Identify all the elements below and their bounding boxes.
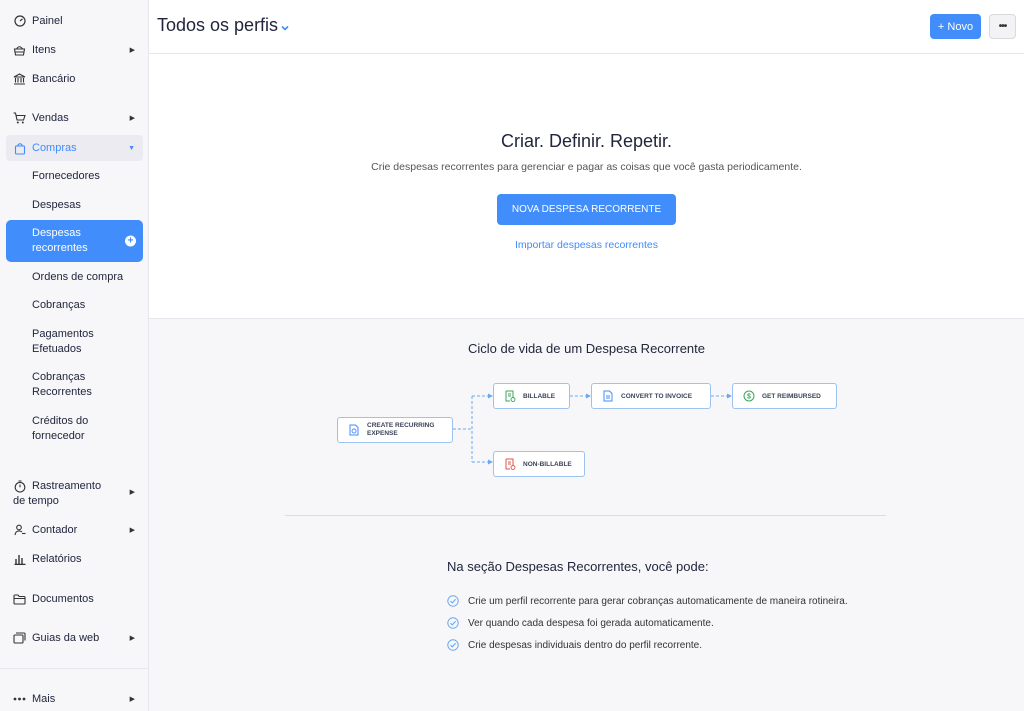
basket-icon xyxy=(13,44,26,57)
caret-right-icon: ▶ xyxy=(129,115,135,122)
sidebar-item-compras[interactable]: Compras ▼ xyxy=(6,135,143,161)
sidebar-item-label: Mais xyxy=(32,693,56,705)
submenu-item-pagamentos-efetuados[interactable]: Pagamentos Efetuados xyxy=(6,326,143,358)
sidebar-item-bancario[interactable]: Bancário xyxy=(6,66,143,92)
sidebar-item-label: Contador xyxy=(32,524,78,536)
sidebar-divider xyxy=(0,668,149,669)
sidebar-item-relatorios[interactable]: Relatórios xyxy=(6,546,143,572)
chevron-down-icon[interactable] xyxy=(281,24,289,32)
bank-icon xyxy=(13,73,26,86)
node-label: NON-BILLABLE xyxy=(523,460,572,468)
check-circle-icon xyxy=(447,639,459,651)
sidebar-item-documentos[interactable]: Documentos xyxy=(6,586,143,612)
sidebar-item-label: Itens xyxy=(32,44,56,56)
new-button[interactable]: + Novo xyxy=(930,14,981,39)
sidebar-item-painel[interactable]: Painel xyxy=(6,8,143,34)
sidebar-item-label: Vendas xyxy=(32,112,69,124)
benefit-item: Ver quando cada despesa foi gerada autom… xyxy=(447,617,714,629)
accountant-icon xyxy=(13,524,26,537)
submenu-label: Pagamentos Efetuados xyxy=(32,328,94,355)
submenu-item-ordens-de-compra[interactable]: Ordens de compra xyxy=(6,269,143,285)
reports-icon xyxy=(13,553,26,566)
lifecycle-node-convert-to-invoice: CONVERT TO INVOICE xyxy=(591,383,711,409)
lifecycle-connectors xyxy=(453,393,732,465)
caret-right-icon: ▶ xyxy=(129,489,135,496)
more-dots-icon xyxy=(13,693,26,706)
sidebar-item-contador[interactable]: Contador ▶ xyxy=(6,517,143,543)
submenu-item-fornecedores[interactable]: Fornecedores xyxy=(6,168,143,184)
lifecycle-node-non-billable: NON-BILLABLE xyxy=(493,451,585,477)
node-label: CONVERT TO INVOICE xyxy=(621,392,693,400)
node-label: BILLABLE xyxy=(523,392,556,400)
lifecycle-node-billable: BILLABLE xyxy=(493,383,570,409)
invoice-document-icon xyxy=(603,390,613,402)
submenu-item-cobrancas[interactable]: Cobranças xyxy=(6,297,143,313)
lifecycle-node-get-reimbursed: $ GET REIMBURSED xyxy=(732,383,837,409)
empty-state-hero: Criar. Definir. Repetir. Crie despesas r… xyxy=(149,55,1024,318)
submenu-item-cobrancas-recorrentes[interactable]: Cobranças Recorrentes xyxy=(6,369,143,401)
sidebar-item-label: Rastreamento de tempo xyxy=(13,480,102,507)
check-circle-icon xyxy=(447,595,459,607)
page-title[interactable]: Todos os perfis xyxy=(157,15,278,36)
sidebar: Painel Itens ▶ Bancário Vendas ▶ Compras… xyxy=(0,0,149,711)
dashboard-icon xyxy=(13,15,26,28)
sidebar-item-label: Compras xyxy=(32,142,77,154)
sidebar-item-mais[interactable]: Mais ▶ xyxy=(6,686,143,711)
node-label: CREATE RECURRING EXPENSE xyxy=(367,422,435,437)
cart-icon xyxy=(13,112,26,125)
section-divider xyxy=(285,515,886,516)
sidebar-item-guias-da-web[interactable]: Guias da web ▶ xyxy=(6,625,143,651)
submenu-label: Fornecedores xyxy=(32,169,100,182)
page-header: Todos os perfis + Novo ••• xyxy=(149,0,1024,54)
benefit-item: Crie despesas individuais dentro do perf… xyxy=(447,639,702,651)
caret-right-icon: ▶ xyxy=(129,696,135,703)
submenu-label: Cobranças xyxy=(32,298,86,311)
add-circle-icon[interactable]: + xyxy=(125,235,136,247)
benefit-text: Crie um perfil recorrente para gerar cob… xyxy=(468,595,848,607)
sidebar-item-vendas[interactable]: Vendas ▶ xyxy=(6,105,143,131)
recurring-document-icon xyxy=(349,424,359,436)
non-billable-document-icon xyxy=(505,458,516,470)
svg-text:$: $ xyxy=(747,394,751,401)
sidebar-item-label: Bancário xyxy=(32,73,76,85)
sidebar-item-rastreamento-de-tempo[interactable]: Rastreamento de tempo ▶ xyxy=(6,477,143,509)
sidebar-item-label: Painel xyxy=(32,15,63,27)
benefit-text: Crie despesas individuais dentro do perf… xyxy=(468,639,703,651)
caret-right-icon: ▶ xyxy=(129,47,135,54)
node-label: GET REIMBURSED xyxy=(762,392,821,400)
dollar-circle-icon: $ xyxy=(743,390,755,402)
new-recurring-expense-button[interactable]: NOVA DESPESA RECORRENTE xyxy=(497,194,676,225)
import-recurring-expenses-link[interactable]: Importar despesas recorrentes xyxy=(149,239,1024,251)
submenu-label: Despesas xyxy=(32,198,81,211)
submenu-label: Cobranças Recorrentes xyxy=(32,371,92,398)
benefit-text: Ver quando cada despesa foi gerada autom… xyxy=(468,617,714,629)
caret-right-icon: ▶ xyxy=(129,635,135,642)
more-options-button[interactable]: ••• xyxy=(989,14,1016,39)
sidebar-item-itens[interactable]: Itens ▶ xyxy=(6,37,143,63)
caret-down-icon: ▼ xyxy=(128,144,135,152)
caret-right-icon: ▶ xyxy=(129,527,135,534)
lifecycle-node-create: CREATE RECURRING EXPENSE xyxy=(337,417,453,443)
lifecycle-section: Ciclo de vida de um Despesa Recorrente C… xyxy=(149,318,1024,711)
web-tabs-icon xyxy=(13,632,26,645)
benefit-item: Crie um perfil recorrente para gerar cob… xyxy=(447,595,848,607)
submenu-label: Despesas recorrentes xyxy=(32,227,88,254)
benefits-title: Na seção Despesas Recorrentes, você pode… xyxy=(447,559,709,574)
sidebar-item-label: Relatórios xyxy=(32,553,82,565)
check-circle-icon xyxy=(447,617,459,629)
submenu-label: Ordens de compra xyxy=(32,270,124,283)
sidebar-item-label: Documentos xyxy=(32,593,94,605)
submenu-label: Créditos do fornecedor xyxy=(32,415,89,442)
submenu-item-despesas[interactable]: Despesas xyxy=(6,197,143,213)
sidebar-item-label: Guias da web xyxy=(32,632,100,644)
submenu-item-creditos-do-fornecedor[interactable]: Créditos do fornecedor xyxy=(6,413,143,445)
folder-icon xyxy=(13,593,26,606)
submenu-item-despesas-recorrentes[interactable]: Despesas recorrentes + xyxy=(6,220,143,262)
billable-document-icon xyxy=(505,390,516,402)
hero-description: Crie despesas recorrentes para gerenciar… xyxy=(371,161,802,173)
hero-title: Criar. Definir. Repetir. xyxy=(500,131,673,151)
bag-icon xyxy=(13,142,26,155)
